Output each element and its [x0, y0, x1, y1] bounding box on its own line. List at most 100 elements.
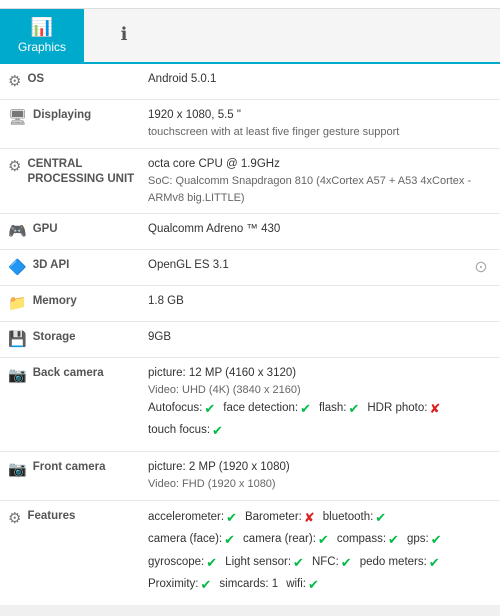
tabs: 📊 Graphics ℹ [0, 9, 500, 64]
feature-item: touch focus: ✔ [148, 421, 223, 441]
check-icon: ✔ [348, 399, 359, 419]
row-label-text-cpu: CENTRAL PROCESSING UNIT [27, 157, 148, 187]
feature-line: accelerometer: ✔ Barometer: ✘ bluetooth: ✔ [148, 508, 492, 528]
row-value-3dapi: OpenGL ES 3.1 [148, 257, 470, 274]
feature-item: Autofocus: ✔ [148, 399, 215, 419]
row-icon-memory: 📁 [8, 294, 27, 312]
feature-line: touch focus: ✔ [148, 421, 492, 441]
check-icon: ✔ [431, 530, 442, 550]
row-extra: Video: UHD (4K) (3840 x 2160) [148, 382, 492, 399]
row-label-os: ⚙OS [8, 71, 148, 90]
row-label-text-3dapi: 3D API [33, 258, 70, 273]
feature-item: gps: ✔ [407, 530, 442, 550]
row-cpu: ⚙ CENTRAL PROCESSING UNITocta core CPU @ … [0, 149, 500, 214]
check-icon: ✔ [300, 399, 311, 419]
check-icon: ✔ [375, 508, 386, 528]
feature-item: compass: ✔ [337, 530, 399, 550]
row-icon-gpu: 🎮 [8, 222, 27, 240]
cross-icon: ✘ [304, 508, 315, 528]
row-value-cpu: octa core CPU @ 1.9GHz SoC: Qualcomm Snap… [148, 156, 492, 206]
row-icon-features: ⚙ [8, 509, 21, 527]
row-extra: Video: FHD (1920 x 1080) [148, 476, 492, 493]
check-icon: ✔ [226, 508, 237, 528]
feature-line: Autofocus: ✔face detection: ✔flash: ✔HDR… [148, 399, 492, 419]
row-main-value: 1.8 GB [148, 295, 184, 307]
row-main-value: 9GB [148, 331, 171, 343]
check-icon: ✔ [212, 421, 223, 441]
feature-item: face detection: ✔ [223, 399, 311, 419]
row-value-os: Android 5.0.1 [148, 71, 492, 88]
row-label-text-displaying: Displaying [33, 108, 91, 123]
row-value-frontcamera: picture: 2 MP (1920 x 1080) Video: FHD (1… [148, 459, 492, 493]
check-icon: ✔ [224, 530, 235, 550]
row-icon-backcamera: 📷 [8, 366, 27, 384]
row-icon-storage: 💾 [8, 330, 27, 348]
check-icon: ✔ [318, 530, 329, 550]
feature-item: wifi: ✔ [286, 575, 319, 595]
row-gpu: 🎮GPUQualcomm Adreno ™ 430 [0, 214, 500, 250]
row-label-text-memory: Memory [33, 294, 77, 309]
row-main-value: octa core CPU @ 1.9GHz [148, 158, 280, 170]
check-icon: ✔ [429, 553, 440, 573]
tab-info[interactable]: ℹ [84, 9, 164, 62]
row-label-cpu: ⚙ CENTRAL PROCESSING UNIT [8, 156, 148, 187]
row-3dapi: 🔷3D APIOpenGL ES 3.1⊙ [0, 250, 500, 286]
tab-graphics-icon: 📊 [31, 17, 53, 38]
row-label-text-features: Features [27, 509, 75, 524]
row-displaying: 🖥Displaying1920 x 1080, 5.5 "touchscreen… [0, 100, 500, 149]
row-icon-cpu: ⚙ [8, 157, 21, 175]
row-label-features: ⚙ Features [8, 508, 148, 527]
feature-item: accelerometer: ✔ [148, 508, 237, 528]
check-icon: ✔ [388, 530, 399, 550]
row-value-memory: 1.8 GB [148, 293, 492, 310]
check-icon: ✔ [204, 399, 215, 419]
feature-item: camera (rear): ✔ [243, 530, 329, 550]
feature-item: Barometer: ✘ [245, 508, 315, 528]
feature-line: camera (face): ✔camera (rear): ✔compass:… [148, 530, 492, 550]
check-icon: ✔ [341, 553, 352, 573]
row-features: ⚙ Features accelerometer: ✔ Barometer: ✘ blu… [0, 501, 500, 605]
row-main-value: picture: 2 MP (1920 x 1080) [148, 461, 290, 473]
row-icon-os: ⚙ [8, 72, 21, 90]
row-extra: SoC: Qualcomm Snapdragon 810 (4xCortex A… [148, 173, 492, 206]
row-main-value: OpenGL ES 3.1 [148, 259, 229, 271]
row-main-value: Android 5.0.1 [148, 73, 216, 85]
feature-item: gyroscope: ✔ [148, 553, 217, 573]
row-label-memory: 📁 Memory [8, 293, 148, 312]
tab-graphics-label: Graphics [18, 40, 66, 54]
row-frontcamera: 📷Front camerapicture: 2 MP (1920 x 1080)… [0, 452, 500, 501]
row-icon-frontcamera: 📷 [8, 460, 27, 478]
feature-item: Light sensor: ✔ [225, 553, 304, 573]
top-bar [0, 0, 500, 9]
row-value-displaying: 1920 x 1080, 5.5 "touchscreen with at le… [148, 107, 492, 141]
feature-item: simcards: 1 [219, 575, 278, 595]
row-label-text-storage: Storage [33, 330, 76, 345]
row-label-storage: 💾 Storage [8, 329, 148, 348]
check-icon: ✔ [308, 575, 319, 595]
row-label-text-backcamera: Back camera [33, 366, 104, 381]
feature-line: gyroscope: ✔ Light sensor: ✔ NFC: ✔ pedo me… [148, 553, 492, 573]
check-icon: ✔ [200, 575, 211, 595]
feature-item: Proximity: ✔ [148, 575, 211, 595]
row-value-backcamera: picture: 12 MP (4160 x 3120)Video: UHD (… [148, 365, 492, 444]
cross-icon: ✘ [429, 399, 440, 419]
tab-graphics[interactable]: 📊 Graphics [0, 9, 84, 62]
content: ⚙OSAndroid 5.0.1🖥Displaying1920 x 1080, … [0, 64, 500, 605]
feature-item: bluetooth: ✔ [323, 508, 386, 528]
row-value-gpu: Qualcomm Adreno ™ 430 [148, 221, 492, 238]
row-backcamera: 📷 Back camera picture: 12 MP (4160 x 3120)… [0, 358, 500, 452]
row-main-value: Qualcomm Adreno ™ 430 [148, 223, 280, 235]
row-label-frontcamera: 📷Front camera [8, 459, 148, 478]
expand-arrow-icon[interactable]: ⊙ [470, 257, 492, 277]
row-memory: 📁 Memory 1.8 GB [0, 286, 500, 322]
check-icon: ✔ [206, 553, 217, 573]
row-os: ⚙OSAndroid 5.0.1 [0, 64, 500, 100]
feature-item: pedo meters: ✔ [360, 553, 440, 573]
row-label-displaying: 🖥Displaying [8, 107, 148, 126]
check-icon: ✔ [293, 553, 304, 573]
row-value-storage: 9GB [148, 329, 492, 346]
row-extra: touchscreen with at least five finger ge… [148, 124, 492, 141]
row-value-features: accelerometer: ✔ Barometer: ✘ bluetooth: ✔… [148, 508, 492, 598]
feature-item: NFC: ✔ [312, 553, 352, 573]
row-storage: 💾 Storage 9GB [0, 322, 500, 358]
